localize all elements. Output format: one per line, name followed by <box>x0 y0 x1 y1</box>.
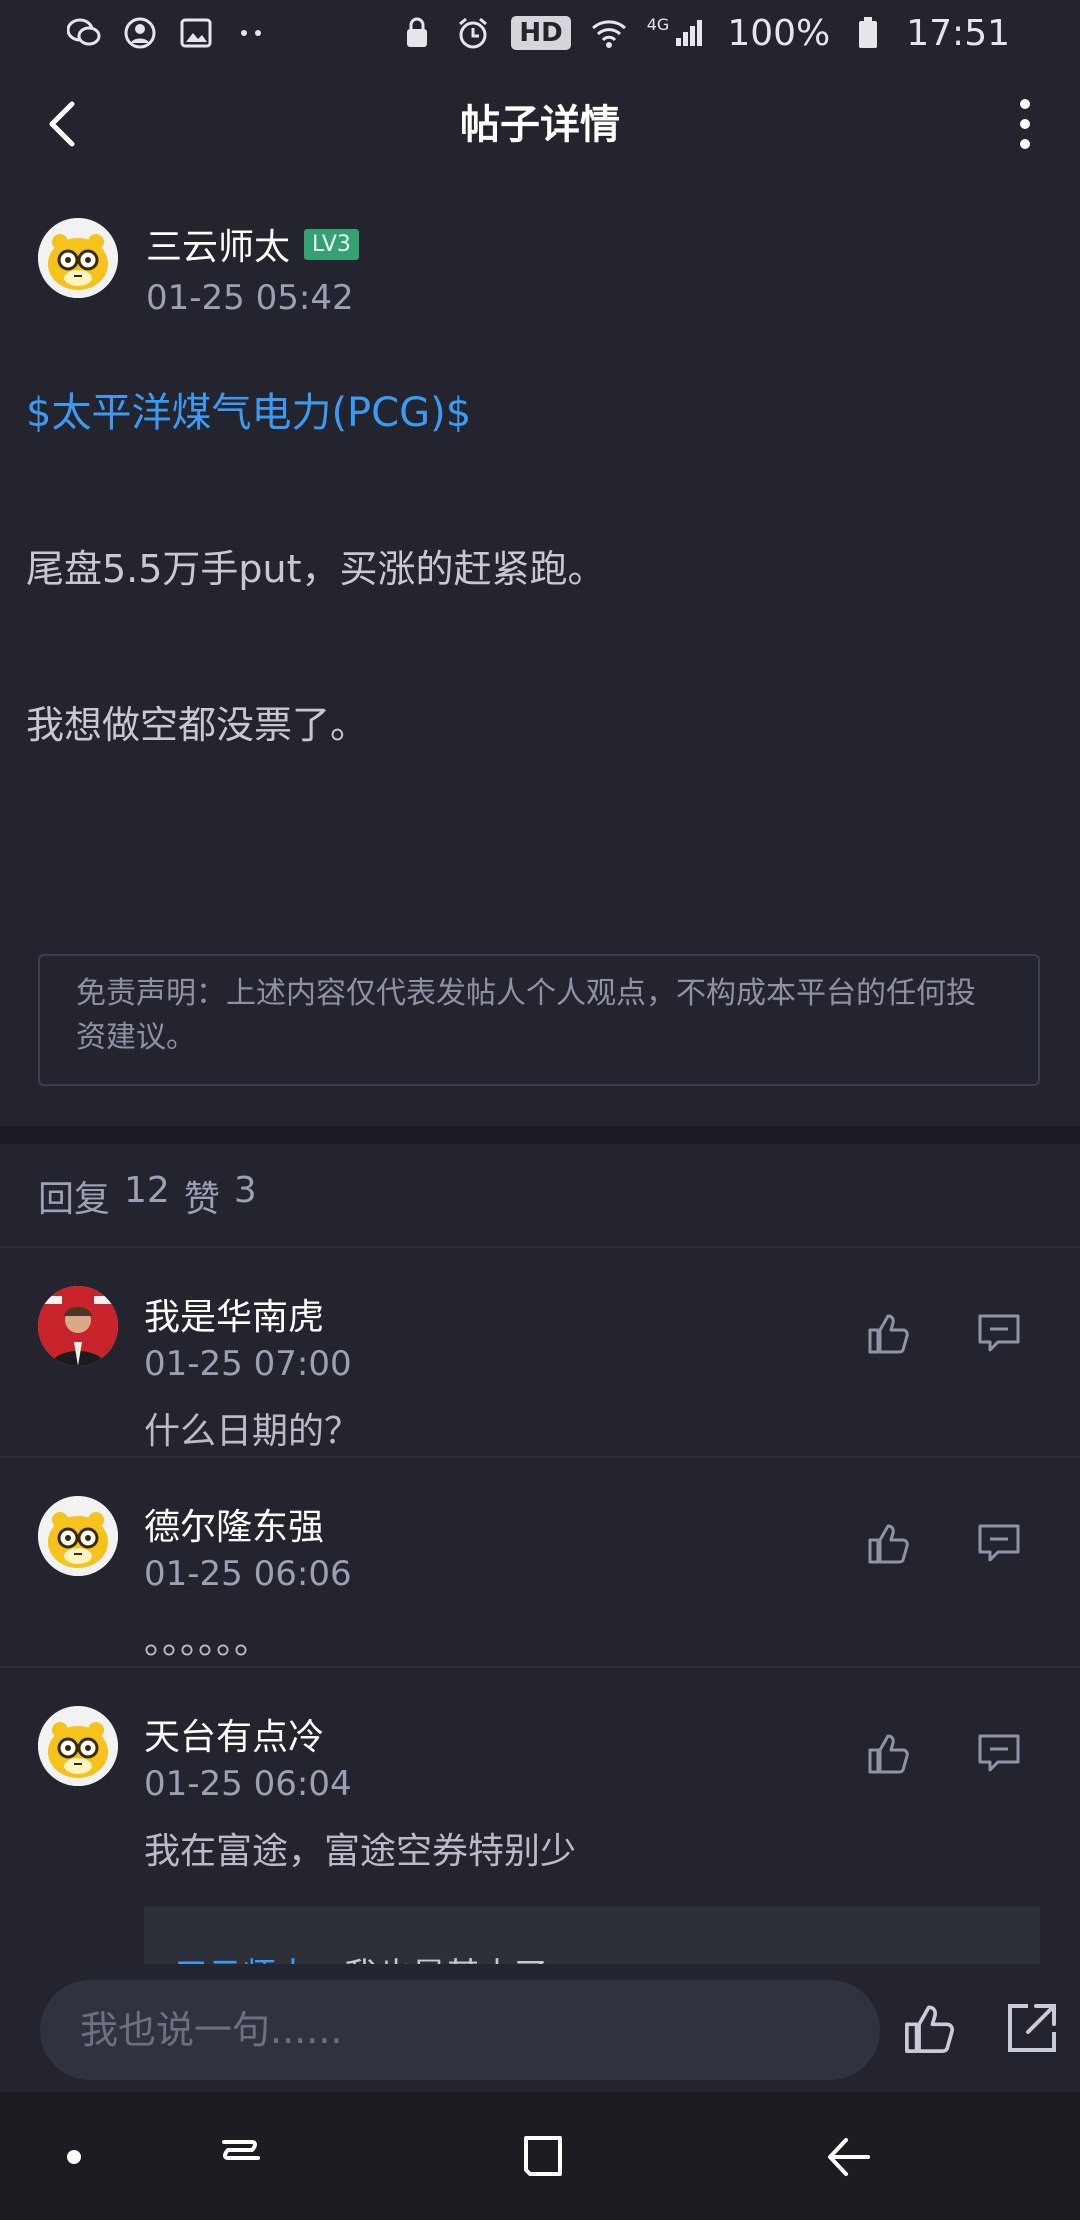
comment-author[interactable]: 我是华南虎 <box>144 1288 324 1340</box>
comment-text: 什么日期的？ <box>144 1411 361 1452</box>
thumbs-up-icon <box>905 2005 955 2053</box>
thumbs-up-icon <box>868 1314 909 1354</box>
like-button[interactable] <box>866 1310 912 1356</box>
like-button[interactable] <box>866 1520 912 1566</box>
author-name-row: 三云师太 LV3 <box>146 218 359 270</box>
account-icon <box>122 15 158 51</box>
reply-button[interactable] <box>976 1730 1022 1776</box>
post-time: 01-25 05:42 <box>146 278 354 318</box>
recent-apps-icon <box>222 2140 260 2160</box>
home-button[interactable] <box>514 2132 574 2182</box>
reply-button[interactable] <box>976 1520 1022 1566</box>
comment-composer <box>0 1964 1080 2092</box>
back-button[interactable] <box>34 94 94 154</box>
signal-icon <box>671 15 707 51</box>
page-title: 帖子详情 <box>460 102 620 148</box>
post-author[interactable]: 三云师太 LV3 01-25 05:42 <box>38 218 359 318</box>
comment-time: 01-25 07:00 <box>144 1344 352 1384</box>
reply-label: 回复 <box>38 1179 111 1220</box>
battery-icon <box>850 15 886 51</box>
tiger-avatar-icon <box>38 1706 118 1786</box>
reply-button[interactable] <box>976 1310 1022 1356</box>
hd-badge: HD <box>511 16 571 50</box>
tiger-avatar-icon <box>38 1496 118 1576</box>
stock-tag-link[interactable]: $太平洋煤气电力(PCG)$ <box>26 380 471 438</box>
status-right: HD 4G 100% 17:51 <box>399 13 1010 54</box>
more-options-button[interactable] <box>1000 94 1050 154</box>
reply-stats: 回复 12 赞 3 <box>38 1170 257 1222</box>
comment-icon <box>978 1524 1020 1562</box>
comment-icon <box>978 1314 1020 1352</box>
like-button[interactable] <box>866 1730 912 1776</box>
post-text-line: 我想做空都没票了。 <box>26 703 369 747</box>
wifi-icon <box>591 15 627 51</box>
reply-count: 12 <box>124 1170 170 1211</box>
avatar[interactable] <box>38 1286 118 1366</box>
recent-apps-button[interactable] <box>214 2132 274 2182</box>
comment-input[interactable] <box>40 1980 880 2080</box>
comment-item[interactable]: 我是华南虎 01-25 07:00 什么日期的？ <box>0 1248 1080 1458</box>
lock-icon <box>399 15 435 51</box>
more-vertical-icon <box>1020 99 1030 149</box>
status-left <box>66 15 270 51</box>
top-bar: 帖子详情 <box>0 66 1080 176</box>
back-arrow-icon <box>49 101 75 147</box>
dot-icon <box>67 2150 81 2164</box>
like-count: 3 <box>233 1170 257 1211</box>
network-label: 4G <box>646 14 670 34</box>
clock: 17:51 <box>906 12 1010 54</box>
nav-dot-button[interactable] <box>50 2132 110 2182</box>
like-post-button[interactable] <box>902 2000 958 2056</box>
back-arrow-icon <box>828 2138 870 2176</box>
comment-item[interactable]: 德尔隆东强 01-25 06:06 。。。。。。 <box>0 1458 1080 1668</box>
comment-text: 我在富途，富途空券特别少 <box>144 1831 577 1872</box>
tiger-avatar-icon <box>38 218 118 298</box>
disclaimer-box: 免责声明：上述内容仅代表发帖人个人观点，不构成本平台的任何投资建议。 <box>38 954 1040 1086</box>
comment-icon <box>978 1734 1020 1772</box>
comment-text: 。。。。。。 <box>144 1621 271 1662</box>
system-nav-bar <box>0 2092 1080 2220</box>
like-label: 赞 <box>183 1179 220 1220</box>
image-icon <box>178 15 214 51</box>
share-button[interactable] <box>1004 2000 1060 2056</box>
thumbs-up-icon <box>868 1524 909 1564</box>
level-badge: LV3 <box>304 228 359 260</box>
home-square-icon <box>524 2136 562 2176</box>
avatar[interactable] <box>38 1706 118 1786</box>
author-name[interactable]: 三云师太 <box>146 218 290 270</box>
author-meta: 三云师太 LV3 01-25 05:42 <box>146 218 359 318</box>
share-icon <box>1008 2004 1056 2052</box>
wechat-icon <box>66 15 102 51</box>
thumbs-up-icon <box>868 1734 909 1774</box>
battery-percent: 100% <box>727 12 831 54</box>
comment-author[interactable]: 天台有点冷 <box>144 1708 324 1760</box>
alarm-icon <box>455 15 491 51</box>
comment-author[interactable]: 德尔隆东强 <box>144 1498 324 1550</box>
post-text-line: 尾盘5.5万手put，买涨的赶紧跑。 <box>26 547 606 591</box>
comment-time: 01-25 06:04 <box>144 1764 352 1804</box>
avatar[interactable] <box>38 218 118 298</box>
comment-time: 01-25 06:06 <box>144 1554 352 1594</box>
section-divider <box>0 1126 1080 1144</box>
photo-avatar-icon <box>38 1286 118 1366</box>
more-dots-icon <box>234 15 270 51</box>
avatar[interactable] <box>38 1496 118 1576</box>
system-back-button[interactable] <box>820 2132 880 2182</box>
status-bar: HD 4G 100% 17:51 <box>0 0 1080 66</box>
